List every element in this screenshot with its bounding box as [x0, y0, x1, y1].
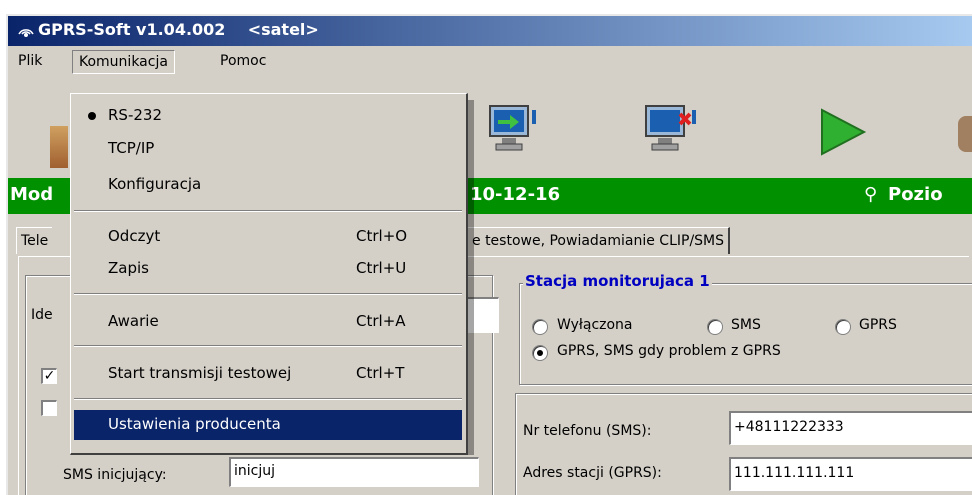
- status-level: Pozio: [888, 184, 943, 205]
- menu-item-zapis[interactable]: Zapis Ctrl+U: [74, 254, 462, 284]
- status-date: 10-12-16: [470, 184, 561, 205]
- signal-level-icon: ⚲: [864, 184, 878, 205]
- radio-sms[interactable]: [707, 319, 723, 335]
- play-icon[interactable]: [818, 106, 868, 158]
- menu-item-ustawienia-producenta[interactable]: Ustawienia producenta: [74, 410, 462, 440]
- radio-gprs-label: GPRS: [859, 317, 897, 333]
- menu-separator: [74, 293, 462, 295]
- menu-item-odczyt[interactable]: Odczyt Ctrl+O: [74, 222, 462, 252]
- sms-init-label: SMS inicjujący:: [63, 467, 167, 483]
- radio-gprs-sms-label: GPRS, SMS gdy problem z GPRS: [557, 343, 781, 359]
- settings-icon[interactable]: [958, 116, 972, 152]
- menu-item-tcpip[interactable]: TCP/IP: [74, 134, 462, 164]
- title-bar: GPRS-Soft v1.04.002 <satel>: [8, 16, 972, 46]
- checkbox-2[interactable]: [41, 400, 57, 416]
- radio-wylaczona-label: Wyłączona: [557, 317, 633, 333]
- tab-telefony[interactable]: Tele: [16, 227, 53, 254]
- menu-separator: [74, 345, 462, 347]
- antenna-icon: [18, 29, 34, 37]
- radio-wylaczona[interactable]: [532, 319, 548, 335]
- phone-label: Nr telefonu (SMS):: [523, 423, 652, 439]
- menu-item-konfiguracja[interactable]: Konfiguracja: [74, 170, 462, 200]
- radio-gprs-sms[interactable]: [532, 345, 548, 361]
- radio-bullet-icon: [88, 112, 96, 120]
- identifier-label: Ide: [31, 307, 53, 323]
- tab-transmisje[interactable]: e testowe, Powiadamianie CLIP/SMS: [468, 227, 731, 254]
- disconnect-icon[interactable]: [644, 102, 698, 158]
- read-from-module-icon[interactable]: [488, 102, 542, 158]
- menu-pomoc[interactable]: Pomoc: [214, 50, 272, 72]
- sms-init-input[interactable]: inicjuj: [229, 457, 479, 487]
- menu-komunikacja[interactable]: Komunikacja: [72, 50, 175, 74]
- menu-item-rs232[interactable]: RS-232: [74, 101, 462, 131]
- menu-separator: [74, 210, 462, 212]
- phone-input[interactable]: +48111222333: [729, 411, 972, 445]
- address-input[interactable]: 111.111.111.111: [729, 457, 972, 491]
- menu-separator: [74, 398, 462, 400]
- menu-shadow: [468, 100, 474, 455]
- station-groupbox: [519, 283, 972, 385]
- menu-bar: Plik Komunikacja Pomoc: [8, 46, 972, 76]
- window-title: GPRS-Soft v1.04.002 <satel>: [38, 20, 319, 39]
- komunikacja-dropdown: RS-232 TCP/IP Konfiguracja Odczyt Ctrl+O…: [70, 93, 468, 455]
- checkbox-1[interactable]: ✓: [41, 368, 57, 384]
- radio-gprs[interactable]: [835, 319, 851, 335]
- menu-item-start-test[interactable]: Start transmisji testowej Ctrl+T: [74, 359, 462, 389]
- station-title: Stacja monitorujaca 1: [523, 272, 712, 290]
- menu-plik[interactable]: Plik: [12, 50, 48, 72]
- address-label: Adres stacji (GPRS):: [523, 465, 662, 481]
- status-module: Mod: [10, 184, 54, 205]
- radio-sms-label: SMS: [731, 317, 761, 333]
- menu-item-awarie[interactable]: Awarie Ctrl+A: [74, 307, 462, 337]
- open-file-icon[interactable]: [50, 126, 68, 168]
